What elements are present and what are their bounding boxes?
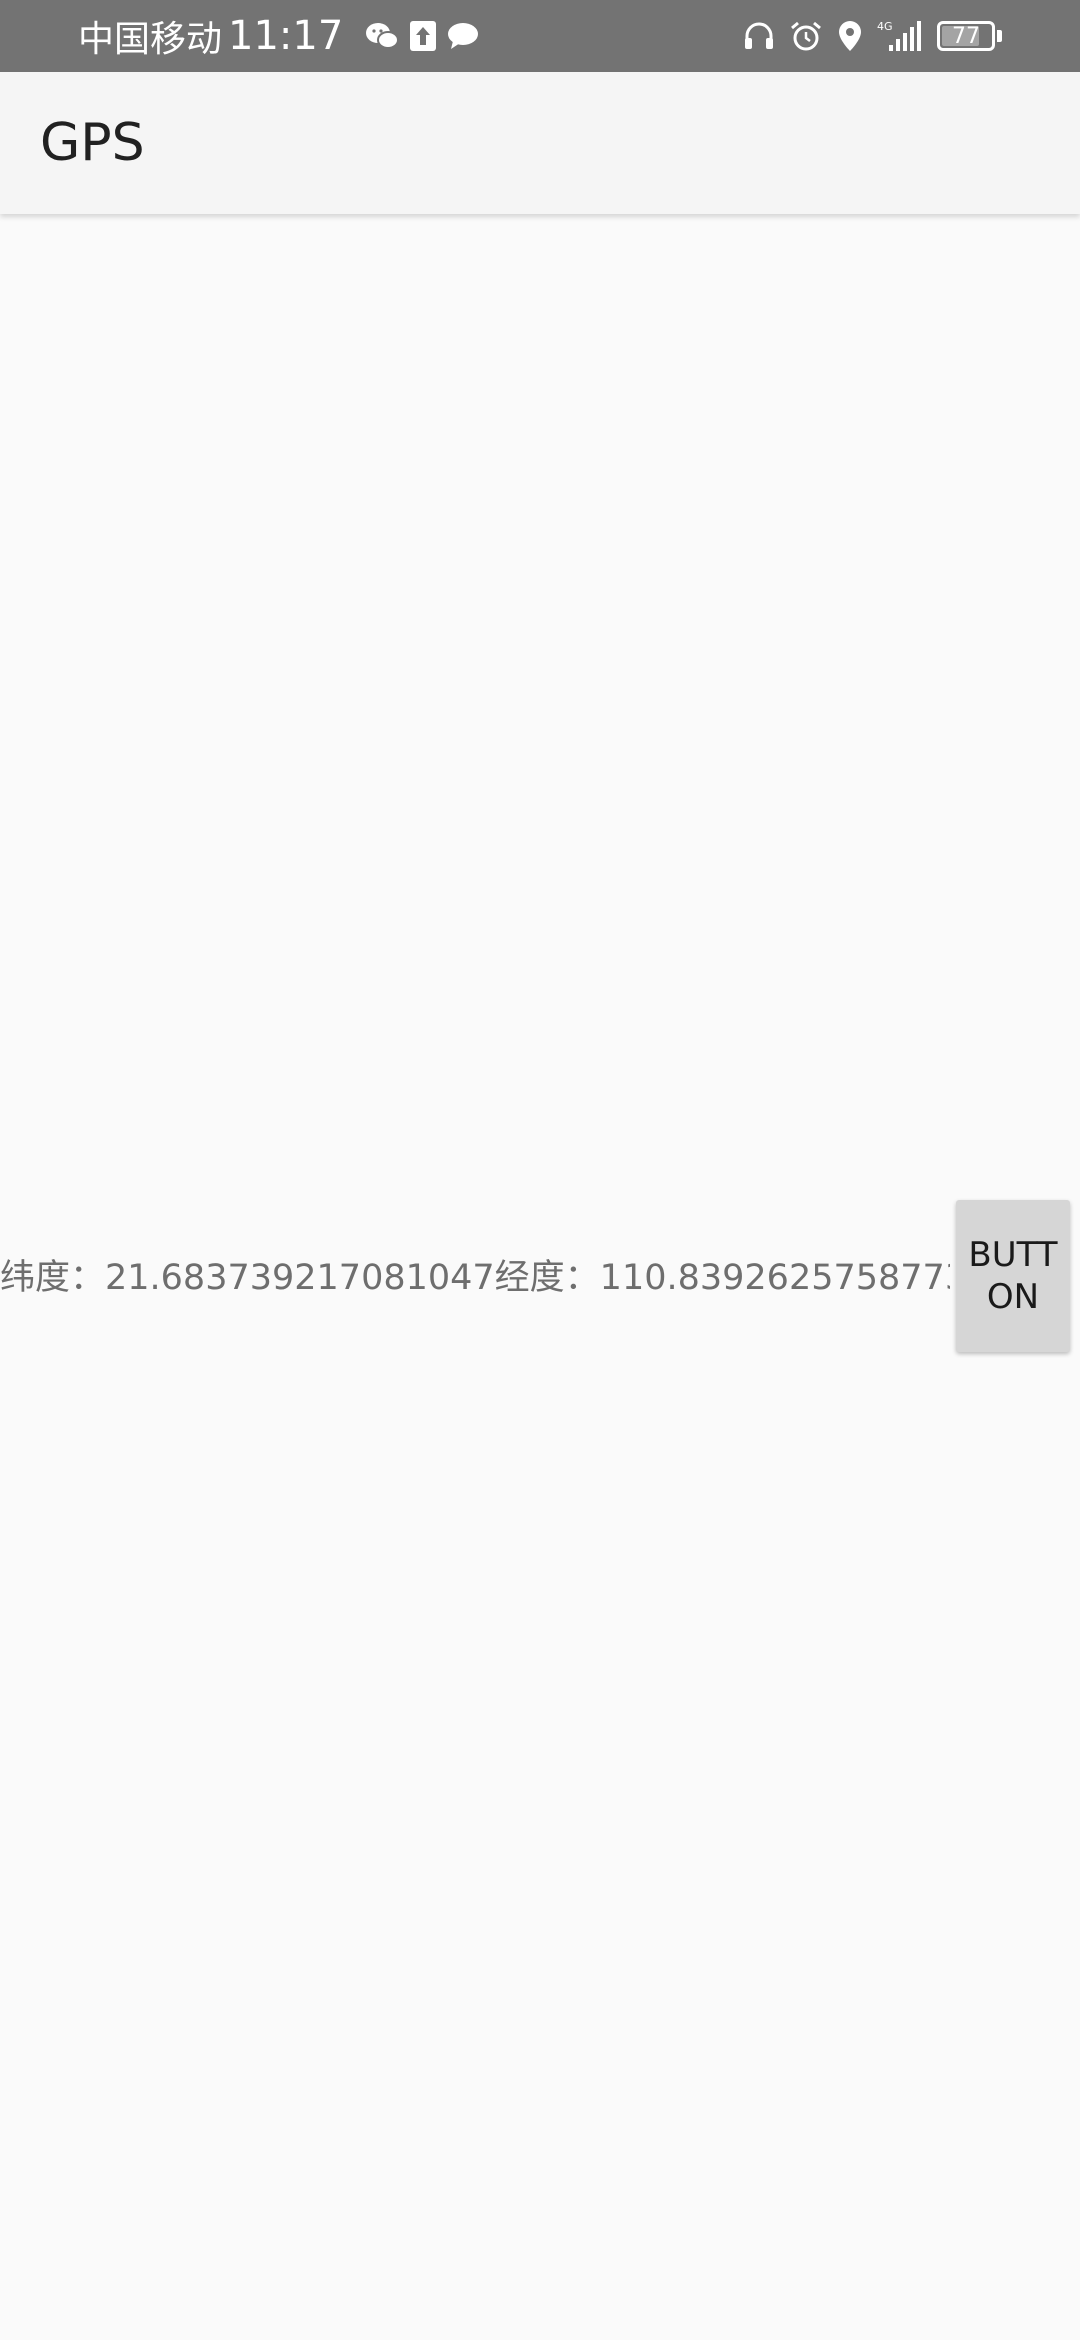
battery-level: 77 — [952, 23, 980, 49]
status-left: 中国移动 11:17 — [78, 0, 479, 72]
page-title: GPS — [40, 113, 145, 173]
action-button[interactable]: BUTTON — [956, 1200, 1070, 1352]
wechat-icon — [365, 21, 400, 51]
upload-icon — [409, 20, 437, 52]
location-text: 纬度：21.683739217081047经度：110.839262575877… — [0, 1258, 950, 1298]
message-icon — [447, 21, 479, 51]
app-bar: GPS — [0, 72, 1080, 214]
network-type: 4G — [877, 20, 893, 33]
carrier-name: 中国移动 — [78, 19, 223, 60]
alarm-icon — [789, 20, 823, 52]
signal-icon: 4G — [877, 19, 923, 53]
battery-icon: 77 — [937, 21, 995, 51]
status-bar: 中国移动 11:17 4G 77 — [0, 0, 1080, 72]
headphones-icon — [743, 21, 775, 51]
status-time: 11:17 — [228, 13, 344, 59]
location-icon — [837, 20, 863, 52]
status-right: 4G 77 — [729, 0, 1002, 72]
location-row: 纬度：21.683739217081047经度：110.839262575877… — [0, 1198, 1080, 1358]
battery-tip — [997, 30, 1002, 42]
